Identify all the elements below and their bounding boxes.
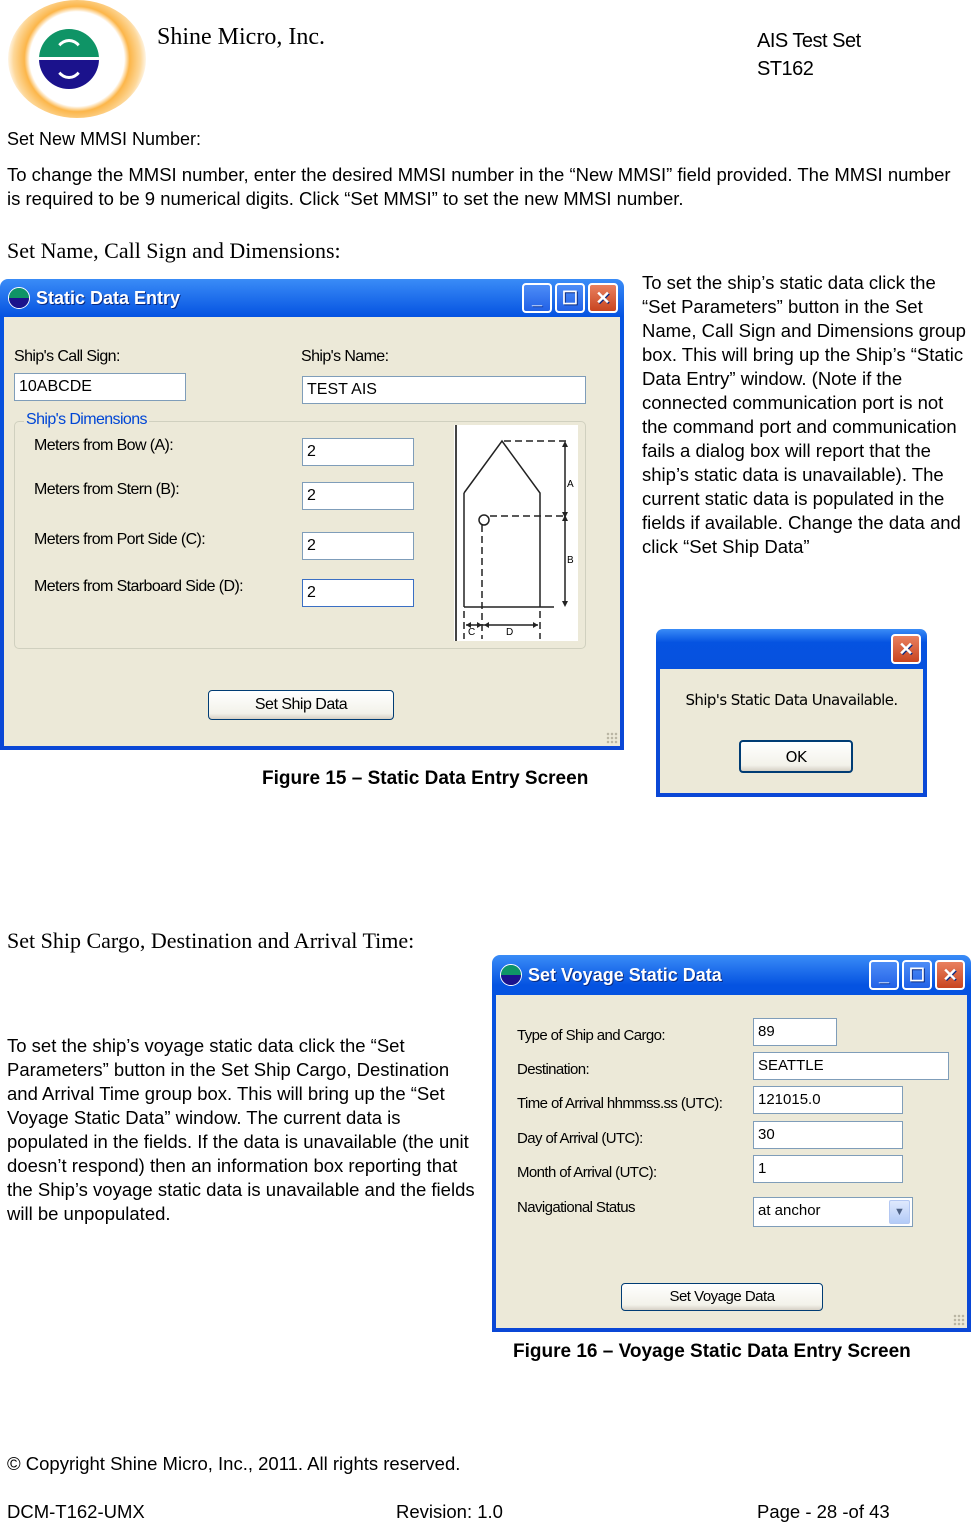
arrival-time-input[interactable]: 121015.0 bbox=[753, 1086, 903, 1114]
nav-status-select[interactable]: at anchor ▼ bbox=[753, 1197, 913, 1227]
close-button[interactable]: ✕ bbox=[935, 960, 965, 990]
chevron-down-icon[interactable]: ▼ bbox=[889, 1200, 910, 1224]
resize-grip[interactable] bbox=[606, 732, 618, 744]
close-icon: ✕ bbox=[595, 287, 611, 308]
static-window-titlebar[interactable]: Static Data Entry _ ☐ ✕ bbox=[4, 279, 620, 317]
nav-status-value: at anchor bbox=[758, 1202, 821, 1219]
bow-input[interactable]: 2 bbox=[302, 438, 414, 466]
starboard-label: Meters from Starboard Side (D): bbox=[34, 578, 244, 595]
copyright-notice: © Copyright Shine Micro, Inc., 2011. All… bbox=[7, 1453, 461, 1474]
dialog-client: Ship's Static Data Unavailable. OK bbox=[660, 669, 923, 793]
maximize-icon: ☐ bbox=[561, 287, 579, 308]
ship-cargo-input[interactable]: 89 bbox=[753, 1018, 837, 1046]
voyage-window-client: Type of Ship and Cargo: 89 Destination: … bbox=[496, 995, 967, 1328]
maximize-button[interactable]: ☐ bbox=[902, 960, 932, 990]
destination-input[interactable]: SEATTLE bbox=[753, 1052, 949, 1080]
mmsi-body: To change the MMSI number, enter the des… bbox=[7, 164, 951, 209]
ship-name-input[interactable]: TEST AIS bbox=[302, 376, 586, 404]
ship-diagram-svg bbox=[455, 425, 568, 641]
maximize-icon: ☐ bbox=[908, 964, 926, 985]
company-name: Shine Micro, Inc. bbox=[157, 24, 325, 50]
arrival-time-label: Time of Arrival hhmmss.ss (UTC): bbox=[517, 1095, 723, 1112]
close-icon: ✕ bbox=[942, 964, 958, 985]
nav-status-label: Navigational Status bbox=[517, 1199, 635, 1216]
static-window-title: Static Data Entry bbox=[36, 287, 181, 308]
static-data-entry-window: Static Data Entry _ ☐ ✕ Ship's Call Sign… bbox=[0, 279, 624, 750]
mmsi-heading: Set New MMSI Number: bbox=[7, 129, 202, 149]
set-voyage-data-button[interactable]: Set Voyage Data bbox=[621, 1283, 823, 1311]
diagram-label-d: D bbox=[506, 627, 514, 638]
close-button[interactable]: ✕ bbox=[588, 283, 618, 313]
product-model: ST162 bbox=[757, 58, 814, 80]
dialog-titlebar[interactable]: ✕ bbox=[660, 629, 923, 669]
voyage-window-titlebar[interactable]: Set Voyage Static Data _ ☐ ✕ bbox=[496, 955, 967, 995]
figure-15-caption: Figure 15 – Static Data Entry Screen bbox=[262, 768, 589, 789]
set-voyage-static-data-window: Set Voyage Static Data _ ☐ ✕ Type of Shi… bbox=[492, 955, 971, 1332]
minimize-button[interactable]: _ bbox=[522, 283, 552, 313]
diagram-label-a: A bbox=[567, 479, 574, 490]
port-input[interactable]: 2 bbox=[302, 532, 414, 560]
static-heading: Set Name, Call Sign and Dimensions: bbox=[7, 238, 341, 263]
destination-label: Destination: bbox=[517, 1061, 590, 1078]
arrival-day-label: Day of Arrival (UTC): bbox=[517, 1130, 643, 1147]
diagram-label-c: C bbox=[468, 627, 476, 638]
minimize-icon: _ bbox=[531, 287, 542, 308]
figure-16-caption: Figure 16 – Voyage Static Data Entry Scr… bbox=[513, 1341, 911, 1362]
bow-label: Meters from Bow (A): bbox=[34, 437, 174, 454]
minimize-button[interactable]: _ bbox=[869, 960, 899, 990]
ship-cargo-label: Type of Ship and Cargo: bbox=[517, 1027, 666, 1044]
starboard-input[interactable]: 2 bbox=[302, 579, 414, 607]
arrival-day-input[interactable]: 30 bbox=[753, 1121, 903, 1149]
diagram-label-b: B bbox=[567, 555, 574, 566]
set-ship-data-button[interactable]: Set Ship Data bbox=[208, 690, 394, 720]
page-number: Page - 28 -of 43 bbox=[757, 1501, 890, 1522]
dialog-close-button[interactable]: ✕ bbox=[891, 634, 921, 664]
company-logo bbox=[8, 0, 146, 118]
ship-dimensions-diagram: A B C D bbox=[454, 425, 578, 641]
dialog-message: Ship's Static Data Unavailable. bbox=[685, 691, 898, 709]
stern-label: Meters from Stern (B): bbox=[34, 481, 180, 498]
maximize-button[interactable]: ☐ bbox=[555, 283, 585, 313]
product-line-1: AIS Test Set bbox=[757, 30, 861, 52]
resize-grip[interactable] bbox=[953, 1314, 965, 1326]
revision: Revision: 1.0 bbox=[396, 1501, 503, 1522]
dialog-ok-button[interactable]: OK bbox=[739, 740, 853, 773]
call-sign-input[interactable]: 10ABCDE bbox=[14, 373, 186, 401]
arrival-month-input[interactable]: 1 bbox=[753, 1155, 903, 1183]
voyage-body: To set the ship’s voyage static data cli… bbox=[7, 1035, 475, 1224]
voyage-heading: Set Ship Cargo, Destination and Arrival … bbox=[7, 928, 415, 953]
arrival-month-label: Month of Arrival (UTC): bbox=[517, 1164, 657, 1181]
ship-name-label: Ship's Name: bbox=[301, 348, 389, 365]
document-id: DCM-T162-UMX bbox=[7, 1501, 145, 1522]
minimize-icon: _ bbox=[878, 964, 889, 985]
static-window-client: Ship's Call Sign: 10ABCDE Ship's Name: T… bbox=[4, 317, 620, 746]
static-data-unavailable-dialog: ✕ Ship's Static Data Unavailable. OK bbox=[656, 629, 927, 797]
app-icon bbox=[500, 964, 522, 986]
stern-input[interactable]: 2 bbox=[302, 482, 414, 510]
app-icon bbox=[8, 287, 30, 309]
port-label: Meters from Port Side (C): bbox=[34, 531, 206, 548]
dimensions-group-title: Ship's Dimensions bbox=[24, 411, 149, 429]
call-sign-label: Ship's Call Sign: bbox=[14, 348, 120, 365]
product-name: AIS Test Set ST162 bbox=[757, 27, 861, 83]
close-icon: ✕ bbox=[898, 638, 914, 659]
voyage-window-title: Set Voyage Static Data bbox=[528, 964, 722, 985]
static-body: To set the ship’s static data click the … bbox=[642, 272, 966, 557]
